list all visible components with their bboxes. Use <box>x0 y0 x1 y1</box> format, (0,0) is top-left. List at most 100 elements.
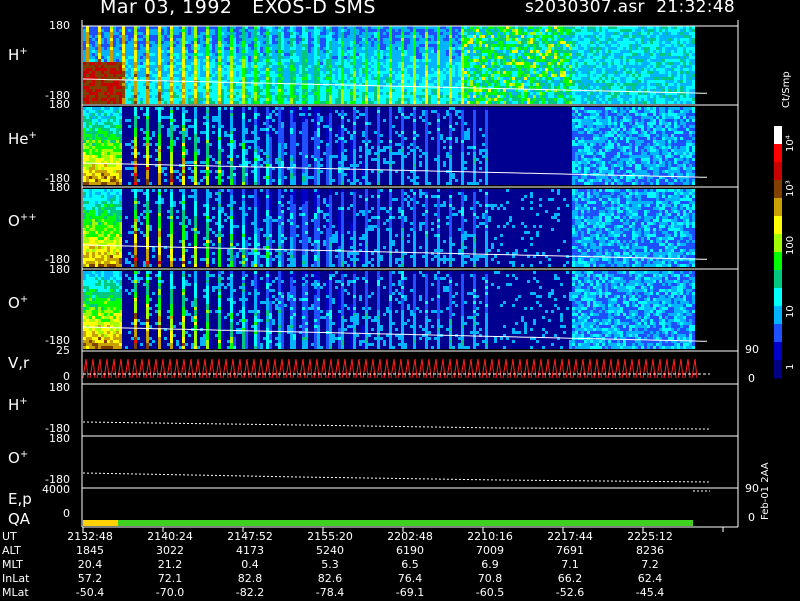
table-cell: 57.2 <box>55 572 125 585</box>
table-cell: 8236 <box>615 544 685 557</box>
table-cell: 2225:12 <box>615 530 685 543</box>
table-row: ALT18453022417352406190700976918236 <box>0 544 740 559</box>
table-row: MLT20.421.20.45.36.56.97.17.2 <box>0 558 740 573</box>
table-cell: 6.5 <box>375 558 445 571</box>
row-label: MLat <box>2 586 42 599</box>
row-label: UT <box>2 530 42 543</box>
heatmap-layer <box>83 26 697 526</box>
colorbar-unit: Ct/Smp <box>781 71 792 108</box>
colorbar-band <box>774 360 782 379</box>
ephemeris-table: UT 2132:48 2140:24 2147:52 2155:20 2202:48 221… <box>0 530 800 600</box>
table-cell: -78.4 <box>295 586 365 599</box>
colorbar-band <box>774 252 782 271</box>
table-cell: 1845 <box>55 544 125 557</box>
panel-label-ep: E,p <box>8 490 32 508</box>
row-label: MLT <box>2 558 42 571</box>
table-cell: 72.1 <box>135 572 205 585</box>
table-cell: 0.4 <box>215 558 285 571</box>
panel-label-he-plus: He+ <box>8 130 37 148</box>
table-cell: 7009 <box>455 544 525 557</box>
spectrogram-O+ <box>83 271 695 349</box>
colorbar-band <box>774 162 782 181</box>
colorbar-band <box>774 342 782 361</box>
table-cell: 2202:48 <box>375 530 445 543</box>
table-cell: 2217:44 <box>535 530 605 543</box>
table-cell: 62.4 <box>615 572 685 585</box>
rtick-ep-top: 90 <box>745 482 759 495</box>
colorbar <box>774 126 782 379</box>
panel-label-o-line: O+ <box>8 449 28 467</box>
table-cell: 76.4 <box>375 572 445 585</box>
panel-label-h-plus: H+ <box>8 46 28 64</box>
table-row: UT 2132:48 2140:24 2147:52 2155:20 2202:48 221… <box>0 530 740 545</box>
colorbar-band <box>774 234 782 253</box>
table-cell: 6.9 <box>455 558 525 571</box>
table-cell: 7.1 <box>535 558 605 571</box>
table-cell: 2210:16 <box>455 530 525 543</box>
colorbar-tick-1e4: 10⁴ <box>785 135 796 152</box>
table-cell: 7691 <box>535 544 605 557</box>
table-cell: 21.2 <box>135 558 205 571</box>
colorbar-band <box>774 306 782 325</box>
spectrogram-He+ <box>83 107 695 185</box>
table-cell: 4173 <box>215 544 285 557</box>
table-cell: 2155:20 <box>295 530 365 543</box>
panel-label-o-plusplus: O++ <box>8 212 37 230</box>
colorbar-band <box>774 198 782 217</box>
table-cell: -50.4 <box>55 586 125 599</box>
rtick-vr-top: 90 <box>745 343 759 356</box>
table-cell: 3022 <box>135 544 205 557</box>
panel-label-o-plus: O+ <box>8 294 28 312</box>
qa-bar-good <box>118 520 693 526</box>
vr-waveform <box>83 354 697 381</box>
table-cell: 5240 <box>295 544 365 557</box>
tick-vr-top: 25 <box>40 344 70 357</box>
tick-ep-top: 4000 <box>40 483 70 496</box>
panel-label-vr: V,r <box>8 354 29 372</box>
colorbar-tick-1: 1 <box>785 364 796 370</box>
tick-opp-top: 180 <box>40 181 70 194</box>
table-cell: 5.3 <box>295 558 365 571</box>
rtick-vr-bottom: 0 <box>748 372 755 385</box>
colorbar-band <box>774 180 782 199</box>
table-cell: 82.6 <box>295 572 365 585</box>
table-cell: -82.2 <box>215 586 285 599</box>
rtick-ep-bottom: 0 <box>748 511 755 524</box>
table-cell: 82.8 <box>215 572 285 585</box>
tick-hline-top: 180 <box>40 381 70 394</box>
table-cell: -70.0 <box>135 586 205 599</box>
tick-op-top: 180 <box>40 263 70 276</box>
table-cell: 2147:52 <box>215 530 285 543</box>
colorbar-tick-1e3: 10³ <box>785 180 796 197</box>
tick-ep-bottom: 0 <box>40 507 70 520</box>
table-cell: 2140:24 <box>135 530 205 543</box>
colorbar-band <box>774 288 782 307</box>
colorbar-band <box>774 216 782 235</box>
colorbar-band <box>774 144 782 163</box>
qa-bar-low <box>83 520 118 526</box>
table-cell: -69.1 <box>375 586 445 599</box>
row-label: ALT <box>2 544 42 557</box>
tick-oline-top: 180 <box>40 432 70 445</box>
tick-he-top: 180 <box>40 98 70 111</box>
colorbar-tick-100: 100 <box>785 236 796 255</box>
spectrogram-plot <box>0 0 800 600</box>
panel-label-h-line: H+ <box>8 396 28 414</box>
table-row: MLat-50.4-70.0-82.2-78.4-69.1-60.5-52.6-… <box>0 586 740 601</box>
panel-label-qa: QA <box>8 510 30 528</box>
table-cell: -60.5 <box>455 586 525 599</box>
h-line-trace <box>83 422 710 429</box>
table-cell: 7.2 <box>615 558 685 571</box>
colorbar-band <box>774 270 782 289</box>
table-row: InLat57.272.182.882.676.470.866.262.4 <box>0 572 740 587</box>
tick-h-top: 180 <box>40 19 70 32</box>
table-cell: -45.4 <box>615 586 685 599</box>
footer-code: Feb-01 2AA <box>760 462 771 520</box>
colorbar-band <box>774 324 782 343</box>
table-cell: 2132:48 <box>55 530 125 543</box>
o-line-trace <box>83 473 710 482</box>
row-label: InLat <box>2 572 42 585</box>
colorbar-tick-10: 10 <box>785 305 796 318</box>
table-cell: 70.8 <box>455 572 525 585</box>
spectrogram-H+ <box>83 26 695 104</box>
